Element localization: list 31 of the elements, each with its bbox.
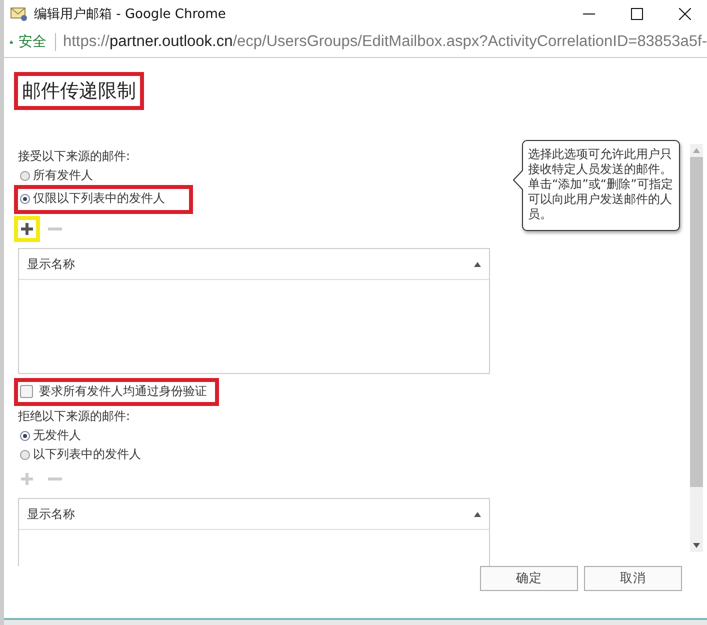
sort-icon[interactable] [474, 512, 481, 516]
close-icon[interactable] [679, 8, 691, 20]
dialog-button[interactable]: 取消 [584, 566, 682, 591]
minimize-icon[interactable] [583, 12, 595, 14]
radio-button[interactable] [20, 194, 30, 204]
window-title: 编辑用户邮箱 - Google Chrome [34, 6, 227, 22]
scrollbar[interactable] [690, 144, 703, 552]
scroll-thumb[interactable] [690, 157, 703, 487]
maximize-icon[interactable] [631, 8, 643, 20]
section-label: 拒绝以下来源的邮件: [18, 408, 132, 425]
checkbox-label: 要求所有发件人均通过身份验证 [39, 383, 207, 400]
section-label: 接受以下来源的邮件: [18, 148, 132, 165]
sort-icon[interactable] [474, 262, 481, 266]
mail-icon [10, 6, 28, 22]
column-header[interactable]: 显示名称 [19, 499, 489, 530]
radio-button[interactable] [20, 170, 30, 180]
page-heading: 邮件传递限制 [22, 79, 136, 104]
column-header[interactable]: 显示名称 [19, 249, 489, 280]
option-label: 仅限以下列表中的发件人 [33, 190, 165, 207]
dialog-button[interactable]: 确定 [480, 566, 578, 591]
option-label: 以下列表中的发件人 [33, 446, 141, 463]
scroll-down-icon[interactable] [693, 543, 700, 548]
add-icon[interactable] [20, 222, 34, 236]
security-label: 安全 [18, 33, 47, 51]
url-text: https://partner.outlook.cn/ecp/UsersGroups/EditMailbox.aspx?ActivityCorrelationID=83853a5f- [62, 33, 707, 51]
option-label: 所有发件人 [33, 167, 93, 184]
tooltip-text: 选择此选项可允许此用户只接收特定人员发送的邮件。单击“添加”或“删除”可指定可以向此用户发送邮件的人员。 [528, 147, 673, 221]
radio-button[interactable] [20, 430, 30, 440]
option-label: 无发件人 [33, 427, 81, 444]
radio-button[interactable] [20, 450, 30, 460]
checkbox[interactable] [20, 385, 33, 398]
